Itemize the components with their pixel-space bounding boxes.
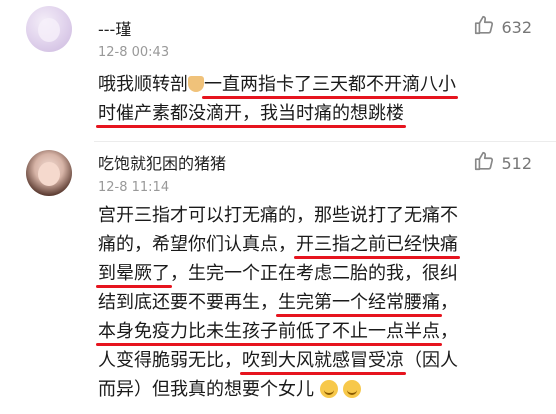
like-count: 632 bbox=[501, 17, 532, 37]
highlighted-text: 一直两指卡了三天都不开滴八小 bbox=[204, 74, 456, 95]
comment-text-segment: 哦我顺转剖 bbox=[98, 74, 188, 95]
comment-text-segment: ， bbox=[440, 321, 458, 342]
comment-text-segment: 痛的，希望你们认真点， bbox=[98, 234, 296, 255]
comment-line: 宫开三指才可以打无痛的，那些说打了无痛不 bbox=[98, 201, 538, 230]
comment-item: ---瑾 12-8 00:43 632 哦我顺转剖 一直两指卡了三天都不开滴八小 … bbox=[0, 0, 556, 142]
comment-line: 而异）但我真的想要个女儿 bbox=[98, 375, 538, 404]
folded-hands-emoji-icon bbox=[188, 76, 204, 92]
comment-text-segment: ，生完一个正在考虑二胎的我，很纠 bbox=[170, 263, 458, 284]
thumbs-up-icon bbox=[473, 14, 495, 40]
comment-line: 人变得脆弱无比，吹到大风就感冒受凉（因人 bbox=[98, 346, 538, 375]
highlighted-text: 吹到大风就感冒受凉 bbox=[242, 350, 404, 371]
comment-timestamp: 12-8 11:14 bbox=[98, 180, 170, 195]
comment-text-segment: 而异）但我真的想要个女儿 bbox=[98, 379, 314, 400]
comment-text-segment: 人变得脆弱无比， bbox=[98, 350, 242, 371]
highlighted-text: 本身免疫力比未生孩子前低了不止一点半点 bbox=[98, 321, 440, 342]
comment-username[interactable]: ---瑾 bbox=[98, 16, 131, 40]
like-count: 512 bbox=[501, 153, 532, 173]
comment-line: 本身免疫力比未生孩子前低了不止一点半点， bbox=[98, 317, 538, 346]
comment-text: 哦我顺转剖 一直两指卡了三天都不开滴八小 时催产素都没滴开，我当时痛的想跳楼 bbox=[98, 70, 538, 128]
comment-line: 痛的，希望你们认真点，开三指之前已经快痛 bbox=[98, 230, 538, 259]
comment-text-segment: 结到底还要不要再生， bbox=[98, 292, 278, 313]
avatar[interactable] bbox=[26, 150, 72, 196]
highlighted-text: 生完第一个经常腰痛 bbox=[278, 292, 440, 313]
like-button[interactable]: 632 bbox=[473, 14, 532, 40]
highlighted-text: 时催产素都没滴开，我当时痛的想跳楼 bbox=[98, 103, 404, 124]
thumbs-up-icon bbox=[473, 150, 495, 176]
avatar[interactable] bbox=[26, 6, 72, 52]
comment-line: 哦我顺转剖 一直两指卡了三天都不开滴八小 bbox=[98, 70, 538, 99]
like-button[interactable]: 512 bbox=[473, 150, 532, 176]
comment-text: 宫开三指才可以打无痛的，那些说打了无痛不 痛的，希望你们认真点，开三指之前已经快… bbox=[98, 201, 538, 404]
comment-text-segment: （因人 bbox=[404, 350, 458, 371]
comment-timestamp: 12-8 00:43 bbox=[98, 45, 170, 60]
comment-text-segment: ， bbox=[440, 292, 458, 313]
comment-text-segment: 宫开三指才可以打无痛的，那些说打了无痛不 bbox=[98, 205, 458, 226]
comment-line: 到晕厥了，生完一个正在考虑二胎的我，很纠 bbox=[98, 259, 538, 288]
highlighted-text: 到晕厥了 bbox=[98, 263, 170, 284]
highlighted-text: 开三指之前已经快痛 bbox=[296, 234, 458, 255]
comment-line: 时催产素都没滴开，我当时痛的想跳楼 bbox=[98, 99, 538, 128]
laughing-emoji-icon bbox=[319, 380, 338, 398]
comment-line: 结到底还要不要再生，生完第一个经常腰痛， bbox=[98, 288, 538, 317]
comment-username[interactable]: 吃饱就犯困的猪猪 bbox=[98, 150, 226, 174]
laughing-emoji-icon bbox=[343, 380, 362, 398]
